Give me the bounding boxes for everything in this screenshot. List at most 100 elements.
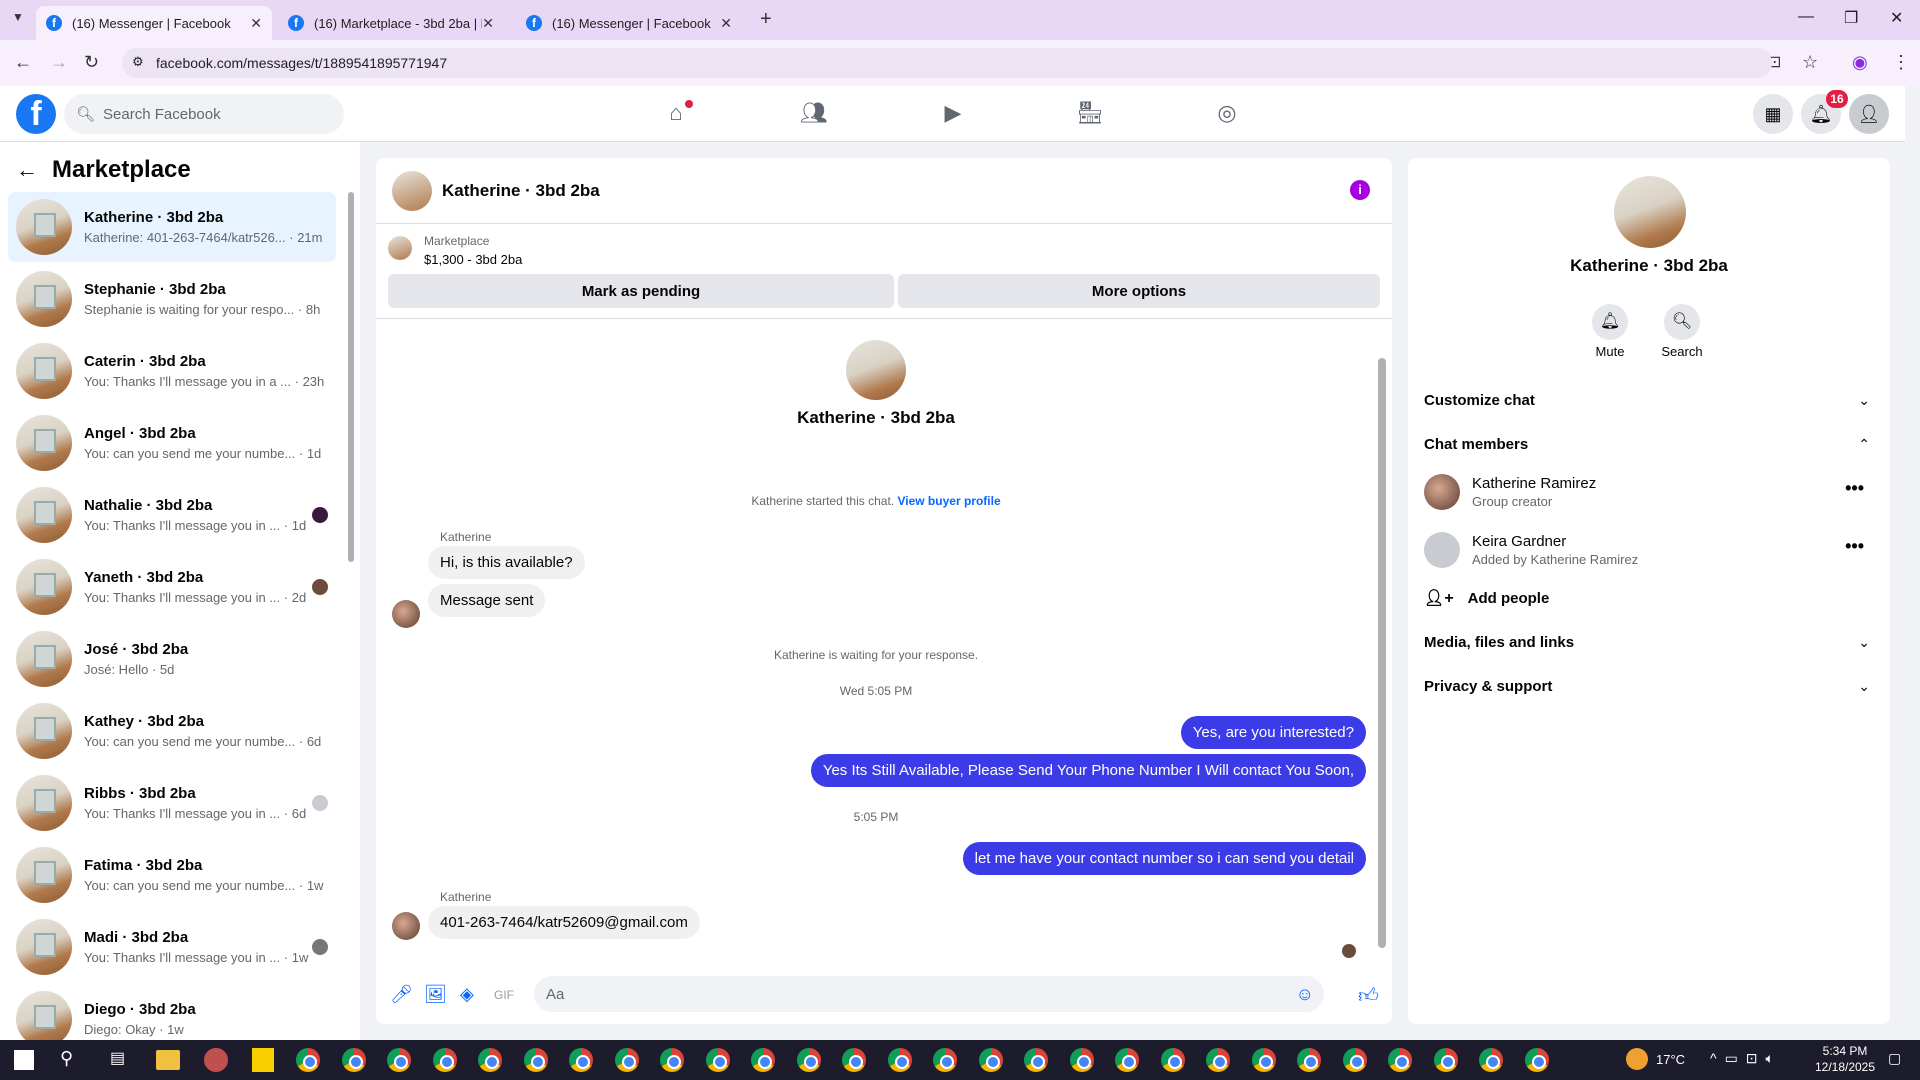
conversation-item[interactable]: Kathey · 3bd 2ba You: can you send me you… [8,696,336,766]
chrome-window-icon[interactable] [1524,1048,1549,1072]
chat-avatar[interactable] [392,170,432,211]
close-tab-icon[interactable]: ✕ [720,15,732,32]
conversation-item[interactable]: Nathalie · 3bd 2ba You: Thanks I'll messa… [8,480,336,550]
chrome-window-icon[interactable] [569,1048,593,1072]
member-options-icon[interactable]: ••• [1845,536,1864,557]
chrome-window-icon[interactable] [341,1048,366,1072]
incoming-message[interactable]: Hi, is this available? [428,546,585,579]
forward-icon[interactable]: → [50,52,68,73]
chrome-window-icon[interactable] [887,1048,912,1072]
sidebar-scrollbar[interactable] [348,192,354,562]
customize-chat-row[interactable]: Customize chat [1424,392,1535,409]
listing-thumb[interactable] [388,236,412,260]
chevron-up-icon[interactable]: ⌃ [1858,436,1870,453]
chrome-window-icon[interactable] [1024,1048,1048,1072]
more-options-button[interactable]: More options [898,274,1380,308]
emoji-icon[interactable]: ☺ [1296,984,1314,1005]
conversation-item[interactable]: José · 3bd 2ba José: Hello · 5d [8,624,336,694]
conversation-item[interactable]: Yaneth · 3bd 2ba You: Thanks I'll message… [8,552,336,622]
chrome-window-icon[interactable] [1297,1048,1321,1072]
view-buyer-profile-link[interactable]: View buyer profile [897,494,1000,508]
reload-icon[interactable]: ↻ [84,52,99,73]
chrome-window-icon[interactable] [1251,1048,1276,1072]
chevron-down-icon[interactable]: ⌄ [1858,634,1870,651]
chrome-window-icon[interactable] [1206,1048,1230,1072]
profile-thumb[interactable] [846,340,906,400]
menu-grid-icon[interactable]: ▦ [1753,94,1793,134]
privacy-support-row[interactable]: Privacy & support [1424,678,1552,695]
chevron-down-icon[interactable]: ⌄ [1858,392,1870,409]
search-icon[interactable]: ⚲ [60,1048,73,1069]
menu-dots-icon[interactable]: ⋮ [1892,52,1910,73]
close-tab-icon[interactable]: ✕ [482,15,494,32]
chrome-window-icon[interactable] [523,1048,548,1072]
close-window-icon[interactable]: ✕ [1890,8,1903,28]
conversation-item[interactable]: Katherine · 3bd 2ba Katherine: 401-263-74… [8,192,336,262]
site-info-icon[interactable]: ⚙ [132,54,144,70]
tab-marketplace[interactable]: f (16) Marketplace - 3bd 2ba | Fa ✕ [278,6,504,40]
media-files-row[interactable]: Media, files and links [1424,634,1574,651]
chrome-window-icon[interactable] [660,1048,684,1072]
tab-messenger-1[interactable]: f (16) Messenger | Facebook ✕ [36,6,272,40]
chevron-down-icon[interactable]: ⌄ [1858,678,1870,695]
chrome-window-icon[interactable] [751,1048,775,1072]
file-explorer-icon[interactable] [156,1050,180,1070]
chrome-window-icon[interactable] [978,1048,1003,1072]
chrome-window-icon[interactable] [933,1048,957,1072]
like-thumbs-up-icon[interactable]: 👍︎ [1358,984,1379,1008]
chrome-window-icon[interactable] [842,1048,866,1072]
url-field[interactable]: ⚙ facebook.com/messages/t/18895418957719… [122,48,1772,78]
system-tray-icons[interactable]: ^▭⊡🔈︎ [1710,1050,1782,1067]
chrome-window-icon[interactable] [1433,1048,1458,1072]
groups-icon[interactable]: ◎ [1213,100,1241,128]
chat-scrollbar[interactable] [1378,358,1386,948]
chrome-window-icon[interactable] [387,1048,411,1072]
search-button[interactable]: 🔍︎ [1664,304,1700,340]
conversation-item[interactable]: Madi · 3bd 2ba You: Thanks I'll message y… [8,912,336,982]
chrome-window-icon[interactable] [432,1048,457,1072]
sticker-icon[interactable]: ◈ [460,984,474,1005]
maximize-icon[interactable]: ❐ [1844,8,1858,28]
chat-title[interactable]: Katherine · 3bd 2ba [442,181,600,201]
close-tab-icon[interactable]: ✕ [250,15,262,32]
tab-search-chevron-icon[interactable]: ▼ [12,10,24,24]
microphone-icon[interactable]: 🎤︎ [390,984,413,1005]
facebook-logo-icon[interactable]: f [16,94,56,134]
sticky-notes-icon[interactable] [252,1048,274,1072]
profile-icon[interactable]: ◉ [1852,52,1868,73]
member-item[interactable]: Katherine Ramirez Group creator [1424,474,1596,510]
chrome-window-icon[interactable] [1342,1048,1367,1072]
chrome-window-icon[interactable] [1479,1048,1503,1072]
incoming-message[interactable]: 401-263-7464/katr52609@gmail.com [428,906,700,939]
temperature[interactable]: 17°C [1656,1052,1685,1067]
chrome-window-icon[interactable] [1069,1048,1094,1072]
outgoing-message[interactable]: let me have your contact number so i can… [962,842,1366,875]
mute-button[interactable]: 🔔︎ [1592,304,1628,340]
gif-icon[interactable]: GIF [494,988,514,1002]
new-tab-icon[interactable]: + [760,8,772,31]
outgoing-message[interactable]: Yes Its Still Available, Please Send You… [810,754,1366,787]
photo-icon[interactable]: 🖼︎ [424,984,447,1005]
chat-members-row[interactable]: Chat members [1424,436,1528,453]
details-avatar[interactable] [1614,176,1686,248]
back-icon[interactable]: ← [14,52,32,73]
conversation-item[interactable]: Ribbs · 3bd 2ba You: Thanks I'll message … [8,768,336,838]
conversation-item[interactable]: Stephanie · 3bd 2ba Stephanie is waiting … [8,264,336,334]
chrome-window-icon[interactable] [1388,1048,1412,1072]
message-input[interactable]: Aa ☺ [534,976,1324,1012]
sender-avatar[interactable] [392,912,420,940]
friends-icon[interactable]: 👥︎ [800,100,828,128]
member-item[interactable]: Keira Gardner Added by Katherine Ramirez [1424,532,1638,568]
clock-time[interactable]: 5:34 PM [1810,1044,1880,1058]
search-input[interactable]: 🔍︎ Search Facebook [64,94,344,134]
account-avatar[interactable]: 👤︎ [1849,94,1889,134]
tab-messenger-2[interactable]: f (16) Messenger | Facebook ✕ [516,6,742,40]
chrome-window-icon[interactable] [796,1048,821,1072]
marketplace-icon[interactable]: 🏪︎ [1076,100,1104,128]
member-options-icon[interactable]: ••• [1845,478,1864,499]
windows-start-icon[interactable] [14,1050,34,1070]
conversation-item[interactable]: Caterin · 3bd 2ba You: Thanks I'll messag… [8,336,336,406]
chrome-window-icon[interactable] [478,1048,502,1072]
video-icon[interactable]: ▶ [939,100,967,128]
sender-avatar[interactable] [392,600,420,628]
